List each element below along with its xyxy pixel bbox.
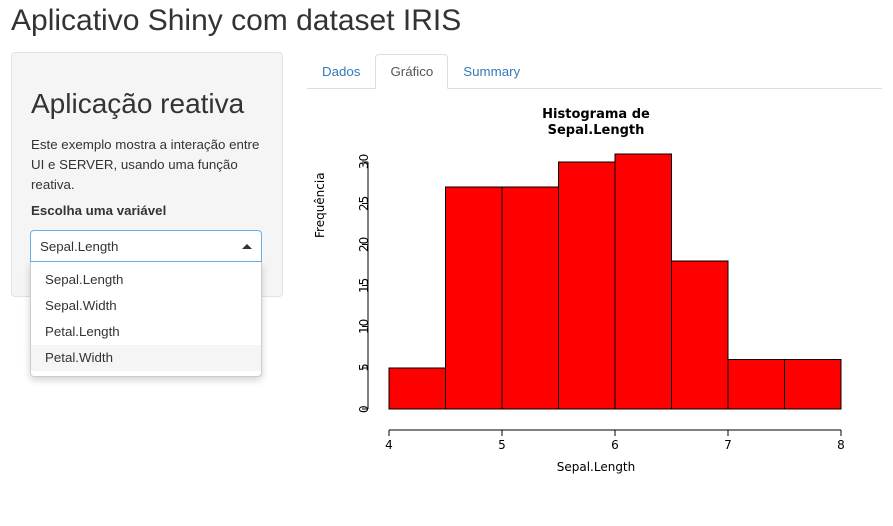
x-axis-label: Sepal.Length xyxy=(556,460,636,474)
chart-canvas xyxy=(362,153,842,436)
x-tick-label: 5 xyxy=(498,438,506,452)
x-tick-label: 8 xyxy=(837,438,845,452)
histogram-bar xyxy=(614,153,672,410)
caret-up-icon xyxy=(242,244,252,249)
variable-select[interactable]: Sepal.Length Sepal.Length Sepal.Width Pe… xyxy=(30,230,262,377)
histogram-bar xyxy=(388,367,446,410)
variable-select-label: Escolha uma variável xyxy=(31,203,167,218)
page-title: Aplicativo Shiny com dataset IRIS xyxy=(11,4,462,37)
y-tick-label: 5 xyxy=(357,363,371,372)
histogram-bar xyxy=(558,161,616,410)
tab-summary[interactable]: Summary xyxy=(448,54,535,89)
y-tick-label: 15 xyxy=(357,277,371,293)
histogram-bar xyxy=(671,260,729,410)
sidebar-heading: Aplicação reativa xyxy=(31,88,245,119)
histogram-plot: Histograma de Sepal.Length Frequência Se… xyxy=(307,90,885,490)
variable-select-box[interactable]: Sepal.Length xyxy=(30,230,262,262)
histogram-bar xyxy=(501,186,559,410)
histogram-bar xyxy=(727,359,785,410)
variable-select-value: Sepal.Length xyxy=(40,238,119,254)
y-tick-label: 0 xyxy=(357,404,371,413)
x-tick-label: 7 xyxy=(724,438,732,452)
select-option-petal-width[interactable]: Petal.Width xyxy=(31,345,261,371)
histogram-bar xyxy=(784,359,842,410)
y-tick-label: 10 xyxy=(357,318,371,334)
x-tick-label: 4 xyxy=(385,438,393,452)
sidebar-description: Este exemplo mostra a interação entre UI… xyxy=(31,137,260,192)
y-tick-label: 20 xyxy=(357,236,371,252)
y-axis-label: Frequência xyxy=(313,172,327,238)
select-option-petal-length[interactable]: Petal.Length xyxy=(31,319,261,345)
tab-bar: Dados Gráfico Summary xyxy=(307,54,882,89)
tab-dados[interactable]: Dados xyxy=(307,54,375,89)
histogram-bar xyxy=(445,186,503,410)
y-tick-label: 30 xyxy=(357,154,371,170)
variable-select-menu: Sepal.Length Sepal.Width Petal.Length Pe… xyxy=(30,262,262,377)
y-tick-label: 25 xyxy=(357,195,371,211)
select-option-sepal-width[interactable]: Sepal.Width xyxy=(31,293,261,319)
select-option-sepal-length[interactable]: Sepal.Length xyxy=(31,267,261,293)
x-tick-label: 6 xyxy=(611,438,619,452)
tab-grafico[interactable]: Gráfico xyxy=(375,54,449,89)
